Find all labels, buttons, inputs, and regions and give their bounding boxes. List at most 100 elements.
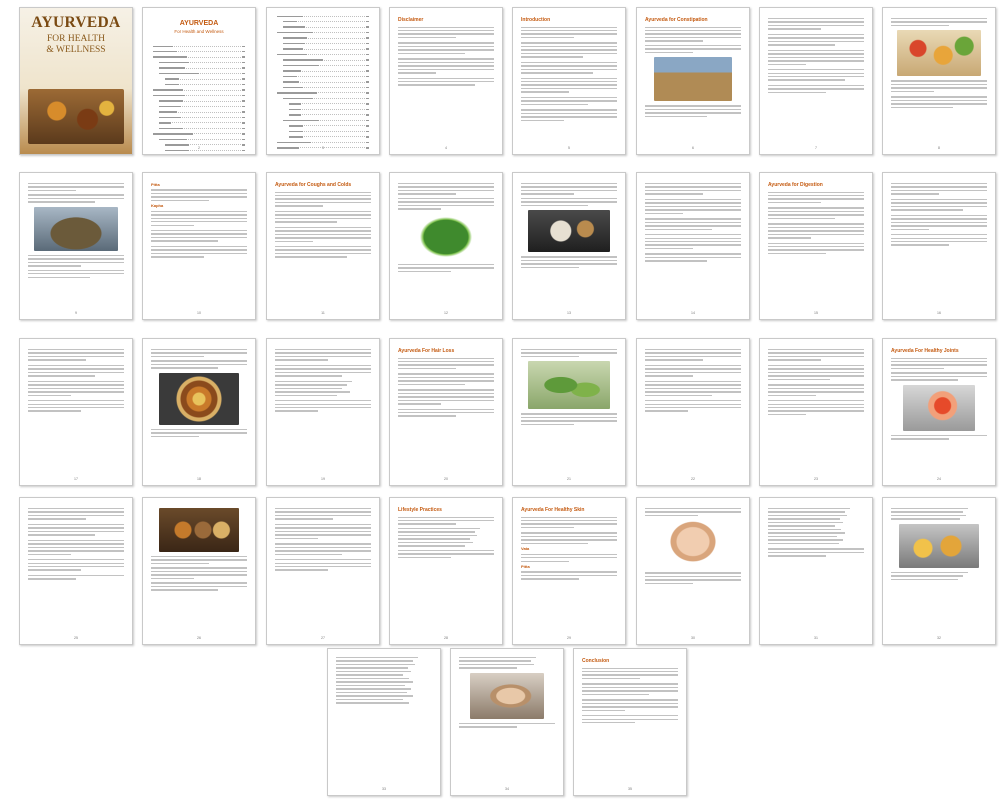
toc-page-2[interactable]: 3	[266, 7, 380, 155]
page-number: 16	[937, 311, 941, 315]
section-heading: Ayurveda for Coughs and Colds	[275, 182, 352, 188]
spices-plate-page[interactable]: 18	[142, 338, 256, 486]
section-heading: Introduction	[521, 17, 551, 23]
text-page-27[interactable]: 27	[266, 497, 380, 645]
text-page-33[interactable]: 33	[327, 648, 441, 796]
title-page-title: AYURVEDA	[179, 20, 219, 27]
mother-baby-page[interactable]: 34	[450, 648, 564, 796]
page-number: 34	[505, 787, 509, 791]
constipation-page[interactable]: Ayurveda for Constipation 6	[636, 7, 750, 155]
skin-photo-page[interactable]: 30	[636, 497, 750, 645]
page-number: 2	[198, 146, 200, 150]
sub-heading: Pitta	[151, 182, 160, 187]
seeds-photo	[34, 206, 118, 251]
page-number: 35	[628, 787, 632, 791]
healthy-joints-page[interactable]: Ayurveda For Healthy Joints 24	[882, 338, 996, 486]
section-heading: Conclusion	[582, 658, 610, 664]
page-number: 21	[567, 477, 571, 481]
cover-spice-image	[28, 89, 124, 144]
text-page-23[interactable]: 23	[759, 338, 873, 486]
greens-page[interactable]: 12	[389, 172, 503, 320]
text-page-14[interactable]: 14	[636, 172, 750, 320]
lifestyle-page[interactable]: Lifestyle Practices 28	[389, 497, 503, 645]
plant-page[interactable]: 21	[512, 338, 626, 486]
page-number: 5	[568, 146, 570, 150]
field-photo	[654, 57, 732, 102]
page-number: 8	[938, 146, 940, 150]
greens-photo	[416, 213, 476, 260]
page-number: 17	[74, 477, 78, 481]
vegetables-photo	[897, 30, 981, 77]
bowls-page[interactable]: 26	[142, 497, 256, 645]
text-page-19[interactable]: 19	[266, 338, 380, 486]
page-number: 15	[814, 311, 818, 315]
page-number: 11	[321, 311, 325, 315]
section-heading: Ayurveda For Healthy Joints	[891, 348, 959, 354]
page-number: 13	[567, 311, 571, 315]
bowls-photo	[159, 508, 239, 552]
text-page-25[interactable]: 25	[19, 497, 133, 645]
page-number: 6	[692, 146, 694, 150]
page-number: 33	[382, 787, 386, 791]
page-number: 4	[445, 146, 447, 150]
seeds-page[interactable]: 9	[19, 172, 133, 320]
section-heading: Ayurveda For Hair Loss	[398, 348, 455, 354]
page-number: 25	[74, 636, 78, 640]
page-number: 32	[937, 636, 941, 640]
page-number: 26	[197, 636, 201, 640]
page-number: 14	[691, 311, 695, 315]
page-number: 20	[444, 477, 448, 481]
coughs-page[interactable]: Ayurveda for Coughs and Colds 11	[266, 172, 380, 320]
cover-title: AYURVEDA	[31, 14, 121, 31]
text-page-10[interactable]: Pitta Kapha 10	[142, 172, 256, 320]
bullets-page[interactable]: 31	[759, 497, 873, 645]
vegetables-page[interactable]: 8	[882, 7, 996, 155]
sub-heading: Vata	[521, 546, 530, 552]
oils-photo	[899, 523, 979, 568]
page-number: 12	[444, 311, 448, 315]
herbs-photo	[528, 210, 610, 253]
page-number: 19	[321, 477, 325, 481]
section-heading: Disclaimer	[398, 17, 424, 23]
hair-loss-page[interactable]: Ayurveda For Hair Loss 20	[389, 338, 503, 486]
text-page-7[interactable]: 7	[759, 7, 873, 155]
cover-subtitle: FOR HEALTH & WELLNESS	[46, 34, 106, 55]
page-number: 28	[444, 636, 448, 640]
knee-photo	[903, 384, 975, 431]
body-text	[521, 26, 617, 122]
page-number: 30	[691, 636, 695, 640]
page-number: 31	[814, 636, 818, 640]
healthy-skin-page[interactable]: Ayurveda For Healthy Skin Vata Pitta 29	[512, 497, 626, 645]
page-number: 23	[814, 477, 818, 481]
title-page-subtitle: For Health and Wellness	[174, 29, 224, 34]
mother-baby-photo	[470, 672, 544, 719]
table-of-contents-continued	[277, 14, 369, 150]
page-number: 27	[321, 636, 325, 640]
plant-photo	[528, 361, 610, 410]
sub-heading: Kapha	[151, 203, 164, 209]
body-text	[398, 26, 494, 86]
skin-photo	[663, 520, 723, 569]
page-number: 22	[691, 477, 695, 481]
page-number: 9	[75, 311, 77, 315]
page-number: 10	[197, 311, 201, 315]
page-number: 3	[322, 146, 324, 150]
conclusion-page[interactable]: Conclusion 35	[573, 648, 687, 796]
disclaimer-page[interactable]: Disclaimer 4	[389, 7, 503, 155]
section-heading: Ayurveda for Digestion	[768, 182, 823, 188]
text-page-22[interactable]: 22	[636, 338, 750, 486]
text-page-17[interactable]: 17	[19, 338, 133, 486]
herbs-page[interactable]: 13	[512, 172, 626, 320]
digestion-page[interactable]: Ayurveda for Digestion 15	[759, 172, 873, 320]
page-number: 29	[567, 636, 571, 640]
spices-plate-photo	[159, 372, 239, 425]
oils-page[interactable]: 32	[882, 497, 996, 645]
introduction-page[interactable]: Introduction 5	[512, 7, 626, 155]
page-number: 24	[937, 477, 941, 481]
section-heading: Ayurveda For Healthy Skin	[521, 507, 585, 513]
text-page-16[interactable]: 16	[882, 172, 996, 320]
page-number: 7	[815, 146, 817, 150]
cover-page[interactable]: AYURVEDA FOR HEALTH & WELLNESS	[19, 7, 133, 155]
section-heading: Ayurveda for Constipation	[645, 17, 708, 23]
title-page[interactable]: AYURVEDA For Health and Wellness 2	[142, 7, 256, 155]
